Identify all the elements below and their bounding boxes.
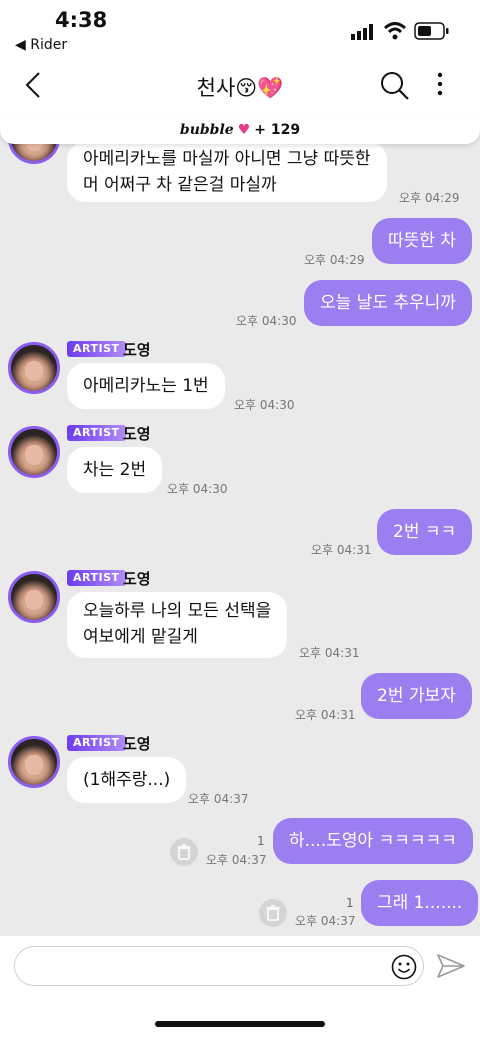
- message-line: 머 어쩌구 차 같은걸 마실까: [83, 175, 277, 195]
- message-time: 오후 04:30: [234, 398, 295, 412]
- avatar-face: [25, 361, 43, 381]
- delete-message-button[interactable]: [170, 838, 198, 866]
- outgoing-message[interactable]: 오늘 날도 추우니까: [304, 280, 472, 326]
- artist-badge: ARTIST: [67, 341, 126, 357]
- battery-icon: [414, 22, 449, 40]
- message-time: 오후 04:31: [295, 708, 356, 722]
- emoji-icon[interactable]: [391, 954, 417, 980]
- avatar-face: [25, 445, 43, 465]
- chat-header: 천사😚💖: [0, 58, 480, 118]
- message-time: 오후 04:29: [399, 191, 460, 205]
- outgoing-message[interactable]: 2번 ㅋㅋ: [377, 509, 473, 555]
- artist-badge: ARTIST: [67, 735, 126, 751]
- sender-name: 도영: [123, 341, 151, 359]
- more-vertical-icon[interactable]: [430, 70, 450, 100]
- trash-icon: [177, 844, 191, 860]
- trash-icon: [266, 905, 280, 921]
- artist-avatar[interactable]: [8, 426, 60, 478]
- incoming-message[interactable]: (1해주랑...): [67, 757, 187, 803]
- back-to-app-link[interactable]: ◀ Rider: [15, 37, 67, 53]
- sender-name: 도영: [123, 735, 151, 753]
- message-input[interactable]: [14, 946, 424, 986]
- message-time: 오후 04:29: [304, 253, 365, 267]
- message-line: 아메리카노를 마실까 아니면 그냥 따뜻한: [83, 149, 371, 169]
- sender-name: 도영: [123, 570, 151, 588]
- incoming-message[interactable]: 아메리카노는 1번: [67, 363, 225, 409]
- search-icon[interactable]: [380, 71, 410, 101]
- outgoing-message[interactable]: 따뜻한 차: [372, 218, 472, 264]
- outgoing-message[interactable]: 2번 가보자: [361, 673, 472, 719]
- avatar-face: [25, 590, 43, 610]
- message-time: 오후 04:37: [188, 792, 249, 806]
- artist-badge: ARTIST: [67, 570, 126, 586]
- delete-message-button[interactable]: [259, 899, 287, 927]
- incoming-message[interactable]: 아메리카노를 마실까 아니면 그냥 따뜻한 머 어쩌구 차 같은걸 마실까: [67, 142, 387, 202]
- message-time: 오후 04:30: [236, 314, 297, 328]
- outgoing-message[interactable]: 그래 1.......: [361, 880, 479, 926]
- artist-avatar[interactable]: [8, 571, 60, 623]
- incoming-message[interactable]: 오늘하루 나의 모든 선택을 여보에게 맡길게: [67, 592, 288, 658]
- unread-count: 1: [257, 834, 265, 848]
- message-time: 오후 04:30: [167, 482, 228, 496]
- incoming-message[interactable]: 차는 2번: [67, 447, 163, 493]
- message-time: 오후 04:31: [299, 646, 360, 660]
- signal-icon: [351, 24, 373, 40]
- send-icon[interactable]: [436, 952, 466, 980]
- wifi-icon: [383, 22, 407, 40]
- bubble-subscription-bar[interactable]: bubble ♥ + 129: [0, 118, 480, 144]
- message-time: 오후 04:37: [206, 853, 267, 867]
- artist-avatar[interactable]: [8, 342, 60, 394]
- home-indicator: [155, 1021, 325, 1027]
- message-line: 여보에게 맡길게: [83, 627, 198, 647]
- message-time: 오후 04:31: [311, 543, 372, 557]
- status-bar: 4:38 ◀ Rider: [0, 0, 480, 58]
- heart-icon: ♥: [237, 122, 251, 138]
- message-line: 오늘하루 나의 모든 선택을: [83, 601, 272, 621]
- unread-count: 1: [346, 896, 354, 910]
- avatar-face: [25, 755, 43, 775]
- message-list[interactable]: 아메리카노를 마실까 아니면 그냥 따뜻한 머 어쩌구 차 같은걸 마실까 오후…: [0, 118, 480, 936]
- status-time: 4:38: [55, 8, 108, 32]
- message-time: 오후 04:37: [295, 914, 356, 928]
- bubble-logo: bubble: [179, 122, 234, 138]
- artist-avatar[interactable]: [8, 736, 60, 788]
- subscriber-count: + 129: [254, 122, 301, 138]
- artist-badge: ARTIST: [67, 425, 126, 441]
- sender-name: 도영: [123, 425, 151, 443]
- outgoing-message[interactable]: 하....도영아 ㅋㅋㅋㅋㅋ: [273, 818, 473, 864]
